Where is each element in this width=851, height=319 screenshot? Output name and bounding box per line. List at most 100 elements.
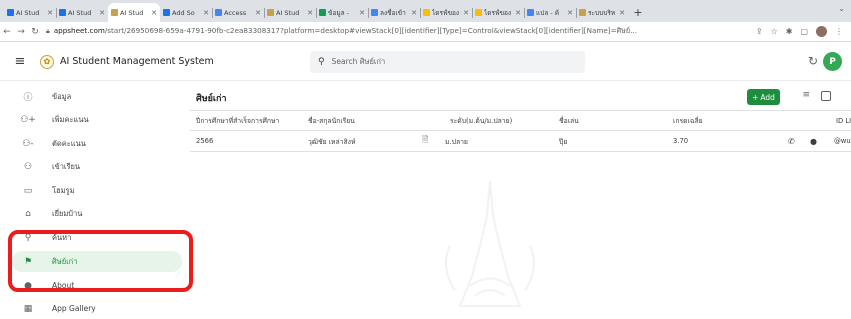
- column-header-level[interactable]: ระดับ(ม.ต้น/ม.ปลาย): [450, 115, 560, 126]
- cell-gpa: 3.70: [673, 137, 689, 145]
- add-button[interactable]: + Add: [747, 89, 780, 105]
- browser-tab[interactable]: แปล - ค้ ✕: [524, 3, 576, 22]
- browser-tab[interactable]: AI Stud ✕: [264, 3, 316, 22]
- browser-menu-icon[interactable]: ⋮: [835, 27, 843, 36]
- sidebar-item[interactable]: ⓘ ข้อมูล: [12, 86, 182, 107]
- add-button-label: Add: [760, 92, 775, 102]
- column-header-name[interactable]: ชื่อ-สกุลนักเรียน: [308, 115, 408, 126]
- app-logo-icon: ✿: [40, 54, 54, 69]
- close-tab-icon[interactable]: ✕: [359, 9, 365, 17]
- chat-bubble-icon[interactable]: ●: [810, 137, 817, 146]
- column-header-nickname[interactable]: ชื่อเล่น: [559, 115, 619, 126]
- table-row[interactable]: 2566 วุฒิชัย เหล่าสิงห์ 🗎︎ ม.ปลาย ปุ๊ย 3…: [190, 131, 851, 152]
- appsheet-icon: [7, 9, 14, 16]
- cell-nickname: ปุ๊ย: [559, 137, 568, 146]
- browser-tab-title: AI Stud: [16, 8, 40, 17]
- reload-icon[interactable]: ↻: [28, 27, 42, 37]
- home-visit-icon: ⌂: [25, 208, 31, 219]
- browser-tab[interactable]: ข้อมูล - ✕: [316, 3, 368, 22]
- browser-tab-title: ข้อมูล -: [328, 8, 350, 17]
- back-arrow-icon[interactable]: ←: [0, 27, 14, 37]
- close-tab-icon[interactable]: ✕: [307, 9, 313, 17]
- sidebar-item[interactable]: ⚇- ตัดคะแนน: [12, 133, 182, 154]
- browser-tab-title: AI Stud: [276, 8, 300, 17]
- browser-tab-title: แปล - ค้: [536, 8, 560, 17]
- browser-tab[interactable]: ระบบบริห ✕: [576, 3, 628, 22]
- cell-line-id: @wu: [834, 137, 851, 145]
- share-icon[interactable]: ⇪: [756, 27, 763, 36]
- sidebar-item[interactable]: ⚇+ เพิ่มคะแนน: [12, 109, 182, 130]
- column-header-line-id[interactable]: ID LI: [836, 117, 851, 125]
- info-circle-icon: ⓘ: [23, 93, 33, 103]
- browser-tab-title: ไดรฟ์ของ: [484, 8, 512, 17]
- extensions-puzzle-icon[interactable]: ✱: [786, 27, 793, 36]
- browser-tab[interactable]: ไดรฟ์ของ ✕: [420, 3, 472, 22]
- forward-arrow-icon[interactable]: →: [14, 27, 28, 37]
- sidebar-item-label: App Gallery: [52, 304, 96, 313]
- person-add-icon: ⚇+: [20, 114, 36, 125]
- app-header: ≡ ✿ AI Student Management System ⚲ Searc…: [0, 43, 851, 81]
- browser-tab[interactable]: Access ✕: [212, 3, 264, 22]
- main-view: ศิษย์เก่า + Add ≡ ปีการศึกษาที่สำเร็จการ…: [190, 81, 851, 318]
- url-path: /start/26950698-659a-4791-90fb-c2ea83308…: [104, 26, 637, 35]
- url-field[interactable]: 🔒︎ appsheet.com/start/26950698-659a-4791…: [46, 25, 756, 39]
- lock-icon: 🔒︎: [46, 27, 50, 35]
- search-placeholder: Search ศิษย์เก่า: [331, 56, 386, 66]
- search-icon: ⚲: [318, 56, 325, 67]
- close-tab-icon[interactable]: ✕: [47, 9, 53, 17]
- sidebar-item[interactable]: ⚇ เข้าเรียน: [12, 156, 182, 177]
- close-tab-icon[interactable]: ✕: [151, 9, 157, 17]
- browser-profile-avatar[interactable]: [816, 26, 827, 37]
- people-icon: ⚇: [23, 161, 33, 172]
- plus-icon: +: [752, 92, 759, 102]
- close-tab-icon[interactable]: ✕: [255, 9, 261, 17]
- tab-search-chevron-icon[interactable]: ⌄: [838, 4, 845, 13]
- filter-icon[interactable]: ≡: [802, 90, 810, 100]
- sidebar-item-label: เยี่ยมบ้าน: [52, 208, 83, 218]
- browser-tab-title: ไดรฟ์ของ: [432, 8, 460, 17]
- select-all-checkbox[interactable]: [821, 91, 831, 101]
- close-tab-icon[interactable]: ✕: [203, 9, 209, 17]
- sidebar-item-label: ข้อมูล: [52, 91, 72, 101]
- sidebar-item[interactable]: ▦ App Gallery: [12, 298, 182, 319]
- close-tab-icon[interactable]: ✕: [411, 9, 417, 17]
- close-tab-icon[interactable]: ✕: [99, 9, 105, 17]
- browser-tab-title: Add So: [172, 8, 195, 17]
- sidebar-item[interactable]: ▭ โฮมรูม: [12, 180, 182, 201]
- close-tab-icon[interactable]: ✕: [463, 9, 469, 17]
- hamburger-menu-icon[interactable]: ≡: [0, 54, 40, 69]
- search-input[interactable]: ⚲ Search ศิษย์เก่า: [310, 50, 585, 73]
- view-title: ศิษย์เก่า: [196, 94, 227, 104]
- browser-tab[interactable]: ไดรฟ์ของ ✕: [472, 3, 524, 22]
- google-icon: [215, 9, 222, 16]
- browser-tab[interactable]: ลงชื่อเข้า ✕: [368, 3, 420, 22]
- browser-tab-title: ลงชื่อเข้า: [380, 8, 406, 17]
- google-icon: [371, 9, 378, 16]
- profile-avatar[interactable]: P: [823, 52, 842, 71]
- browser-tab[interactable]: AI Stud ✕: [4, 3, 56, 22]
- table-header: ปีการศึกษาที่สำเร็จการศึกษา ชื่อ-สกุลนัก…: [190, 110, 851, 131]
- sheets-icon: [319, 9, 326, 16]
- column-header-gpa[interactable]: เกรดเฉลี่ย: [673, 115, 733, 126]
- browser-tab[interactable]: AI Stud ✕: [56, 3, 108, 22]
- new-tab-button[interactable]: +: [631, 3, 645, 22]
- browser-tab[interactable]: AI Stud ✕: [108, 3, 160, 22]
- sidepanel-icon[interactable]: ▢: [800, 27, 808, 36]
- bookmark-star-icon[interactable]: ☆: [771, 27, 778, 36]
- browser-tab[interactable]: Add So ✕: [160, 3, 212, 22]
- close-tab-icon[interactable]: ✕: [567, 9, 573, 17]
- sidebar-item[interactable]: ⌂ เยี่ยมบ้าน: [12, 203, 182, 224]
- column-header-year[interactable]: ปีการศึกษาที่สำเร็จการศึกษา: [196, 115, 306, 126]
- phone-icon[interactable]: ✆: [788, 137, 795, 146]
- school-emblem-watermark: [445, 180, 535, 307]
- close-tab-icon[interactable]: ✕: [515, 9, 521, 17]
- app-logo-icon: [579, 9, 586, 16]
- url-host: appsheet.com: [53, 26, 105, 35]
- close-tab-icon[interactable]: ✕: [619, 9, 625, 17]
- sync-icon[interactable]: ↻: [808, 54, 818, 68]
- sidebar-item-label: ตัดคะแนน: [52, 138, 86, 148]
- drive-icon: [475, 9, 482, 16]
- sidebar-item-label: เพิ่มคะแนน: [52, 114, 89, 124]
- browser-tab-title: ระบบบริห: [588, 8, 616, 17]
- document-icon[interactable]: 🗎︎: [422, 134, 428, 148]
